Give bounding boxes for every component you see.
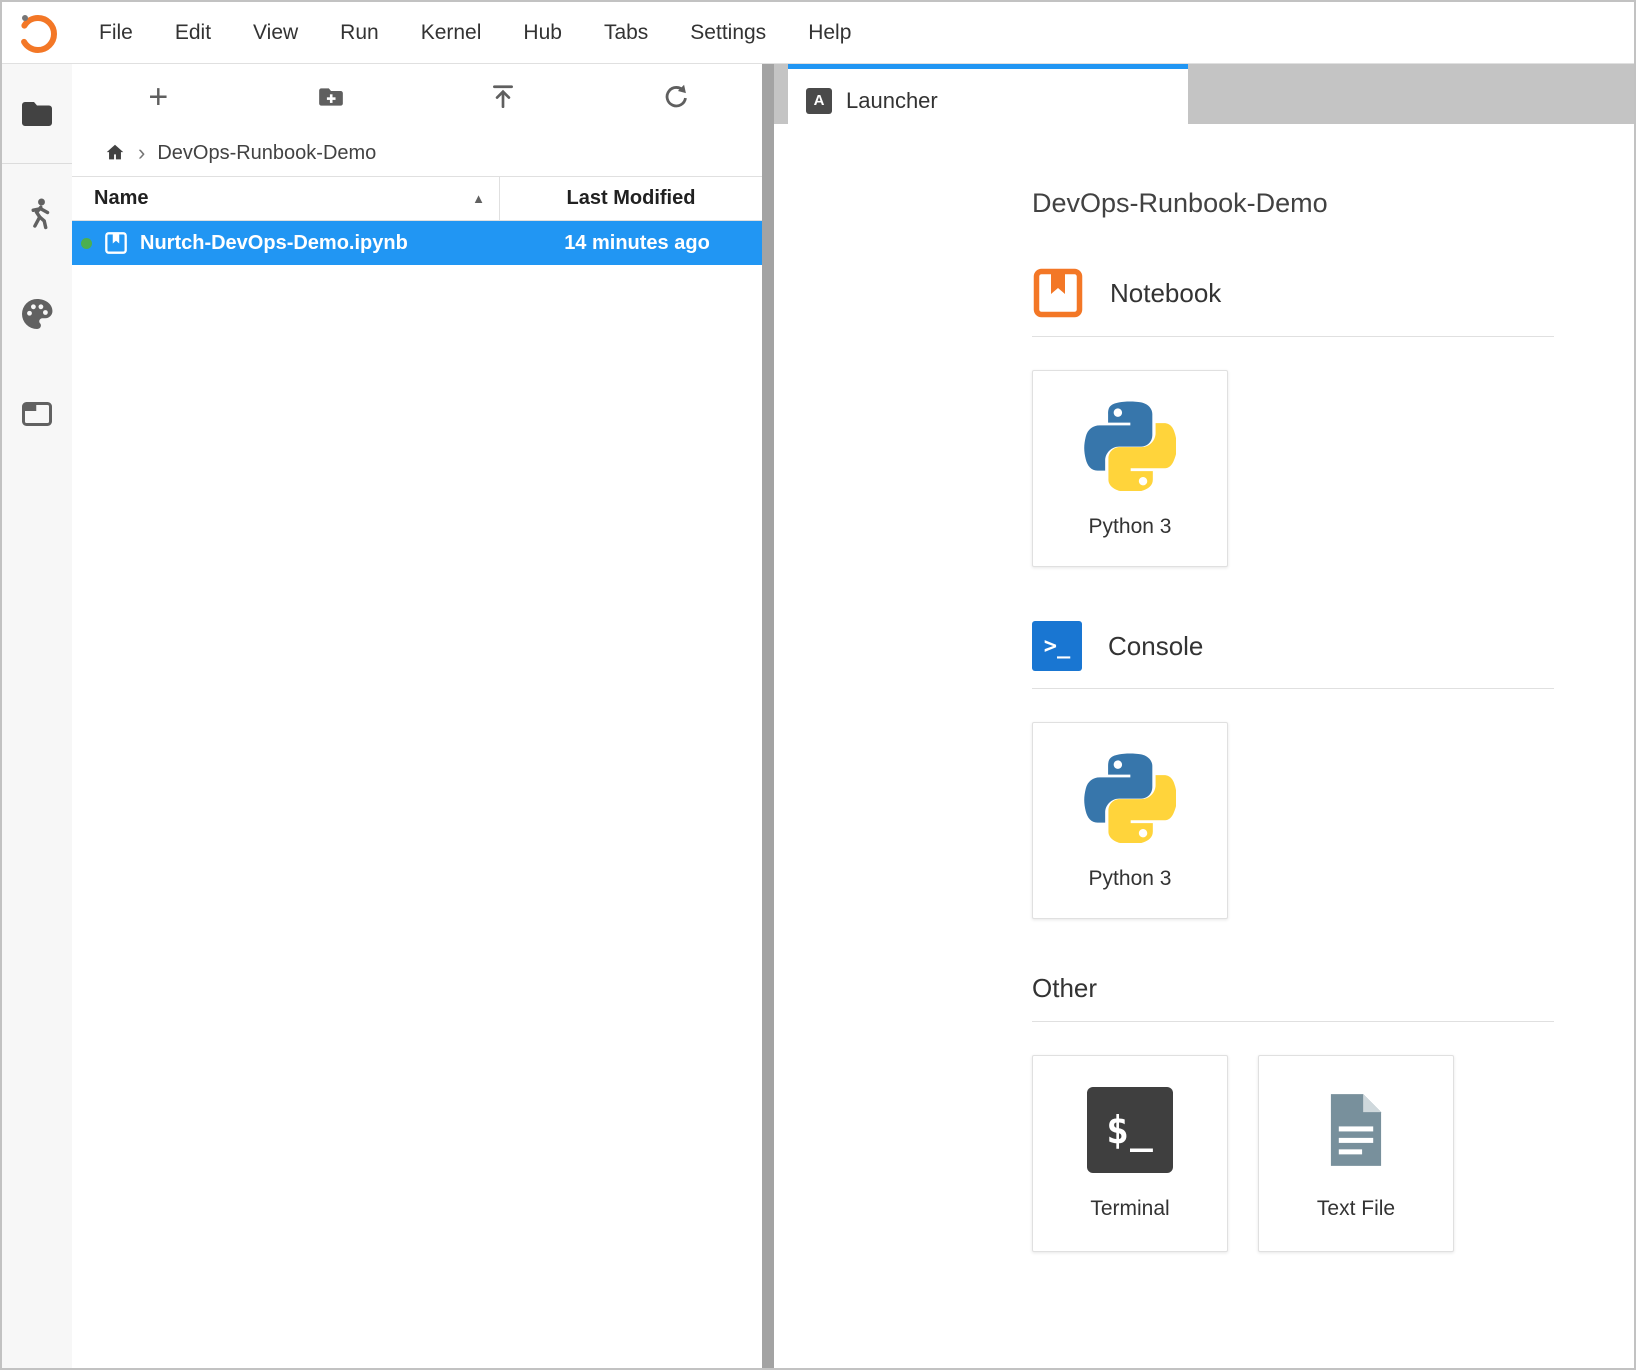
card-label: Python 3 [1089, 867, 1172, 891]
section-label: Console [1108, 631, 1203, 662]
python-icon [1084, 751, 1176, 843]
section-other-header: Other [1032, 973, 1634, 1004]
file-table-header: Name ▲ Last Modified [72, 176, 762, 221]
tab-bar: A Launcher [774, 64, 1634, 132]
launcher-panel: DevOps-Runbook-Demo Notebook [774, 132, 1634, 1368]
new-launcher-button[interactable]: + [72, 64, 245, 130]
launcher-title: DevOps-Runbook-Demo [1032, 188, 1634, 219]
card-label: Python 3 [1089, 515, 1172, 539]
app-body: + [2, 64, 1634, 1368]
column-header-name[interactable]: Name ▲ [72, 177, 499, 220]
column-name-label: Name [94, 187, 148, 210]
new-folder-button[interactable] [245, 64, 418, 130]
file-last-modified: 14 minutes ago [512, 232, 762, 255]
file-browser-toolbar: + [72, 64, 762, 130]
running-man-icon [19, 196, 55, 232]
section-notebook: Notebook Python 3 [1032, 267, 1634, 567]
section-label: Other [1032, 973, 1097, 1004]
breadcrumb-current-folder[interactable]: DevOps-Runbook-Demo [157, 142, 376, 165]
breadcrumb: › DevOps-Runbook-Demo [72, 130, 762, 176]
card-label: Text File [1317, 1197, 1395, 1221]
launcher-card-text-file[interactable]: Text File [1258, 1055, 1454, 1252]
tab-launcher[interactable]: A Launcher [788, 64, 1188, 132]
menu-item-hub[interactable]: Hub [502, 3, 583, 63]
section-notebook-header: Notebook [1032, 267, 1634, 319]
menu-item-edit[interactable]: Edit [154, 3, 232, 63]
home-icon[interactable] [104, 142, 126, 164]
file-list: Nurtch-DevOps-Demo.ipynb 14 minutes ago [72, 221, 762, 1368]
file-browser-panel: + [72, 64, 762, 1368]
left-sidebar [2, 64, 72, 1368]
main-area: A Launcher DevOps-Runbook-Demo Notebook [774, 64, 1634, 1368]
sidebar-tab-command-palette[interactable] [2, 264, 72, 364]
menu-item-tabs[interactable]: Tabs [583, 3, 669, 63]
sort-ascending-icon: ▲ [472, 191, 485, 206]
menu-item-kernel[interactable]: Kernel [400, 3, 503, 63]
text-file-icon [1313, 1087, 1399, 1173]
section-console-header: >_ Console [1032, 621, 1634, 671]
section-other: Other $_ Terminal [1032, 973, 1634, 1252]
menu-bar: File Edit View Run Kernel Hub Tabs Setti… [2, 2, 1634, 64]
sidebar-tab-open-tabs[interactable] [2, 364, 72, 464]
menu-item-view[interactable]: View [232, 3, 319, 63]
palette-icon [19, 296, 55, 332]
menu-item-settings[interactable]: Settings [669, 3, 787, 63]
jupyterlab-window: File Edit View Run Kernel Hub Tabs Setti… [0, 0, 1636, 1370]
launcher-tab-icon: A [806, 88, 832, 114]
jupyter-logo-icon [16, 11, 60, 55]
terminal-icon: $_ [1087, 1087, 1173, 1173]
menu-item-help[interactable]: Help [787, 3, 872, 63]
launcher-card-console-python3[interactable]: Python 3 [1032, 722, 1228, 919]
launcher-card-notebook-python3[interactable]: Python 3 [1032, 370, 1228, 567]
sidebar-tab-running-sessions[interactable] [2, 164, 72, 264]
tabs-panel-icon [19, 396, 55, 432]
sidebar-tab-file-browser[interactable] [2, 64, 72, 164]
tab-launcher-label: Launcher [846, 88, 938, 114]
folder-icon [19, 96, 55, 132]
menu-item-run[interactable]: Run [319, 3, 400, 63]
menu-item-file[interactable]: File [78, 3, 154, 63]
notebook-icon [1032, 267, 1084, 319]
section-rule [1032, 336, 1554, 337]
breadcrumb-separator: › [138, 140, 145, 166]
column-header-last-modified[interactable]: Last Modified [500, 177, 762, 220]
refresh-button[interactable] [590, 64, 763, 130]
kernel-running-indicator [81, 238, 92, 249]
section-rule [1032, 688, 1554, 689]
section-rule [1032, 1021, 1554, 1022]
section-label: Notebook [1110, 278, 1221, 309]
upload-icon [489, 83, 517, 111]
panel-resize-handle[interactable] [762, 64, 774, 1368]
plus-icon: + [148, 80, 168, 114]
console-icon: >_ [1032, 621, 1082, 671]
card-label: Terminal [1090, 1197, 1169, 1221]
launcher-card-terminal[interactable]: $_ Terminal [1032, 1055, 1228, 1252]
refresh-icon [662, 83, 690, 111]
upload-button[interactable] [417, 64, 590, 130]
notebook-file-icon [104, 231, 128, 255]
new-folder-icon [317, 83, 345, 111]
column-modified-label: Last Modified [567, 187, 696, 210]
file-name: Nurtch-DevOps-Demo.ipynb [140, 232, 512, 255]
menu-items: File Edit View Run Kernel Hub Tabs Setti… [78, 3, 872, 63]
python-icon [1084, 399, 1176, 491]
file-row-notebook[interactable]: Nurtch-DevOps-Demo.ipynb 14 minutes ago [72, 221, 762, 265]
section-console: >_ Console Python 3 [1032, 621, 1634, 919]
